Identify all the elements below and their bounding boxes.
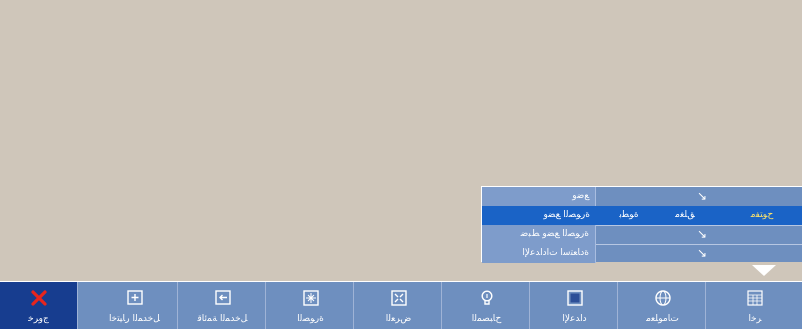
submenu-row-label: ﺓﺩﺎﻌﺘﺳﺍ ﺕﺍﺩﺍﺪﻋﻹﺍ [482, 244, 596, 263]
scroll-down-triangle-icon[interactable] [752, 265, 776, 276]
other-icon [747, 290, 763, 306]
menu-label: ﻞﺧﺪﻤﻟﺍ ﺭﺎﻴﺘﺧﺍ [109, 314, 160, 324]
menu-label: ﺕﺎﻣﻮﻠﻌﻣ [646, 314, 679, 324]
submenu-row-label: ﺓﺭﻮﺼﻟﺍ ﻊﻀﻭ [482, 206, 596, 225]
submenu-row-mode[interactable]: ﻊﺿﻭ ↘ [482, 187, 802, 207]
menu-label: ﻞﺧﺪﻤﻟﺍ ﺔﻤﺋﺎﻗ [197, 314, 248, 324]
input-list-icon [214, 290, 231, 305]
display-button[interactable]: ﺽﺮﻌﻟﺍ [356, 282, 442, 329]
option-off[interactable]: ﻖﻠﻐﻣ [660, 206, 710, 225]
submenu-row-picture-mode[interactable]: ﺓﺭﻮﺼﻟﺍ ﻊﻀﻭ ﺓﻮﻄﺑ ﻖﻠﻐﻣ ﺡﻮﺘﻔﻣ [482, 206, 802, 226]
submenu-panel: ﻊﺿﻭ ↘ ﺓﺭﻮﺼﻟﺍ ﻊﻀﻭ ﺓﻮﻄﺑ ﻖﻠﻐﻣ ﺡﻮﺘﻔﻣ ﺓﺭﻮﺼﻟﺍ … [481, 186, 802, 263]
menu-label: ﺩﺍﺪﻋﻹﺍ [562, 314, 587, 324]
display-icon [390, 290, 407, 306]
input-select-icon [126, 290, 143, 305]
arrow-right-icon: ↘ [696, 227, 708, 241]
submenu-row-adjust[interactable]: ﺓﺭﻮﺼﻟﺍ ﻊﻀﻭ ﻂﺒﺿ ↘ [482, 225, 802, 245]
option-on[interactable]: ﺡﻮﺘﻔﻣ [732, 206, 792, 225]
exit-button[interactable]: ﺝﻭﺮﺧ [0, 282, 78, 329]
menu-label: ﺡﺎﺒﺼﻤﻟﺍ [471, 314, 502, 324]
submenu-row-label: ﺓﺭﻮﺼﻟﺍ ﻊﻀﻭ ﻂﺒﺿ [482, 225, 596, 244]
globe-info-icon [654, 290, 671, 306]
menu-label: ﺝﻭﺮﺧ [28, 314, 49, 324]
close-x-icon [30, 290, 47, 306]
picture-icon [302, 290, 319, 306]
osd-screen: ﻊﺿﻭ ↘ ﺓﺭﻮﺼﻟﺍ ﻊﻀﻭ ﺓﻮﻄﺑ ﻖﻠﻐﻣ ﺡﻮﺘﻔﻣ ﺓﺭﻮﺼﻟﺍ … [0, 0, 802, 329]
input-select-button[interactable]: ﻞﺧﺪﻤﻟﺍ ﺭﺎﻴﺘﺧﺍ [92, 282, 178, 329]
lamp-icon [480, 290, 493, 305]
information-button[interactable]: ﺕﺎﻣﻮﻠﻌﻣ [620, 282, 706, 329]
menu-label: ﺮﺧﺁ [748, 314, 762, 324]
option-slow[interactable]: ﺓﻮﻄﺑ [604, 206, 654, 225]
arrow-right-icon: ↘ [696, 189, 708, 203]
lamp-button[interactable]: ﺡﺎﺒﺼﻤﻟﺍ [444, 282, 530, 329]
arrow-right-icon: ↘ [696, 246, 708, 260]
menu-label: ﺓﺭﻮﺼﻟﺍ [297, 314, 324, 324]
input-list-button[interactable]: ﻞﺧﺪﻤﻟﺍ ﺔﻤﺋﺎﻗ [180, 282, 266, 329]
picture-button[interactable]: ﺓﺭﻮﺼﻟﺍ [268, 282, 354, 329]
main-menu-bar: ﺝﻭﺮﺧ ﻞﺧﺪﻤﻟﺍ ﺭﺎﻴﺘﺧﺍ ﻞﺧﺪﻤﻟﺍ ﺔﻤﺋﺎﻗ ﺓﺭﻮﺼﻟﺍ ﺽ… [0, 281, 802, 329]
submenu-row-reset[interactable]: ﺓﺩﺎﻌﺘﺳﺍ ﺕﺍﺩﺍﺪﻋﻹﺍ ↘ [482, 244, 802, 263]
setup-icon [566, 290, 583, 306]
setup-button[interactable]: ﺩﺍﺪﻋﻹﺍ [532, 282, 618, 329]
menu-label: ﺽﺮﻌﻟﺍ [385, 314, 412, 324]
submenu-row-label: ﻊﺿﻭ [482, 187, 596, 206]
other-button[interactable]: ﺮﺧﺁ [708, 282, 802, 329]
